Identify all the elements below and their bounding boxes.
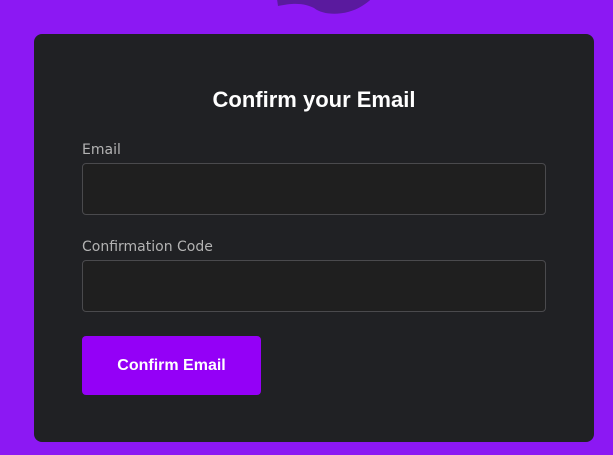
email-field[interactable] (82, 163, 546, 215)
brand-logo-icon (277, 0, 371, 14)
email-label: Email (82, 142, 121, 158)
brand-logo-shape (277, 0, 371, 14)
confirm-email-card: Confirm your Email Email Confirmation Co… (34, 34, 594, 442)
confirm-email-button[interactable]: Confirm Email (82, 336, 261, 395)
confirmation-code-field[interactable] (82, 260, 546, 312)
confirmation-code-label: Confirmation Code (82, 239, 213, 255)
page-title: Confirm your Email (212, 87, 416, 112)
